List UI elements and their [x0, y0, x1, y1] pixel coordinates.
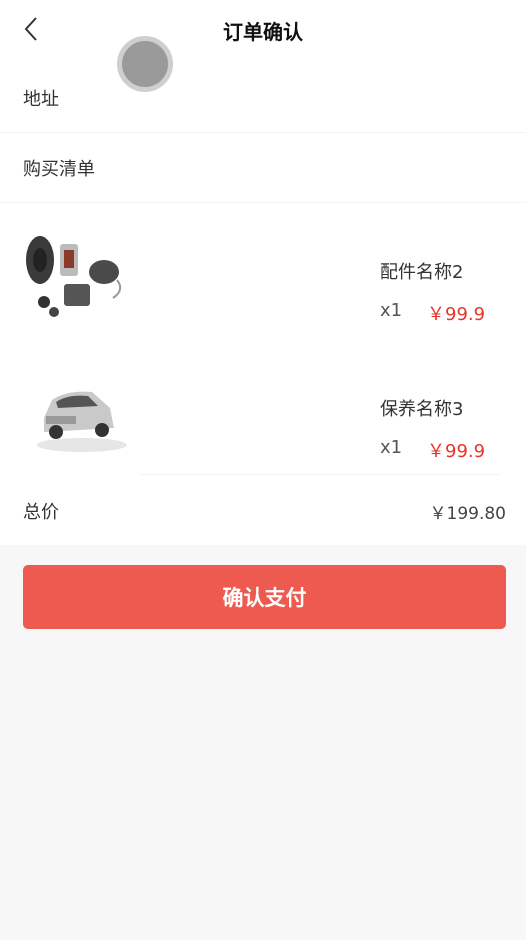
page-title: 订单确认 — [223, 20, 303, 44]
touch-indicator — [117, 36, 173, 92]
divider — [140, 474, 500, 475]
item-price: ￥99.9 — [427, 441, 486, 462]
product-image-speakers — [26, 236, 122, 317]
total-value: ￥199.80 — [429, 504, 506, 524]
confirm-pay-button[interactable]: 确认支付 — [23, 565, 506, 629]
item-quantity: x1 — [380, 437, 403, 458]
item-quantity: x1 — [380, 300, 403, 321]
item-price: ￥99.9 — [427, 304, 486, 325]
product-image-suv — [37, 391, 127, 452]
item-name: 保养名称3 — [380, 399, 464, 420]
shopping-list-label: 购买清单 — [23, 159, 95, 180]
address-row[interactable]: 地址 — [23, 85, 59, 111]
total-label: 总价 — [23, 502, 59, 523]
divider — [0, 202, 526, 203]
divider — [0, 132, 526, 133]
item-name: 配件名称2 — [380, 262, 464, 283]
